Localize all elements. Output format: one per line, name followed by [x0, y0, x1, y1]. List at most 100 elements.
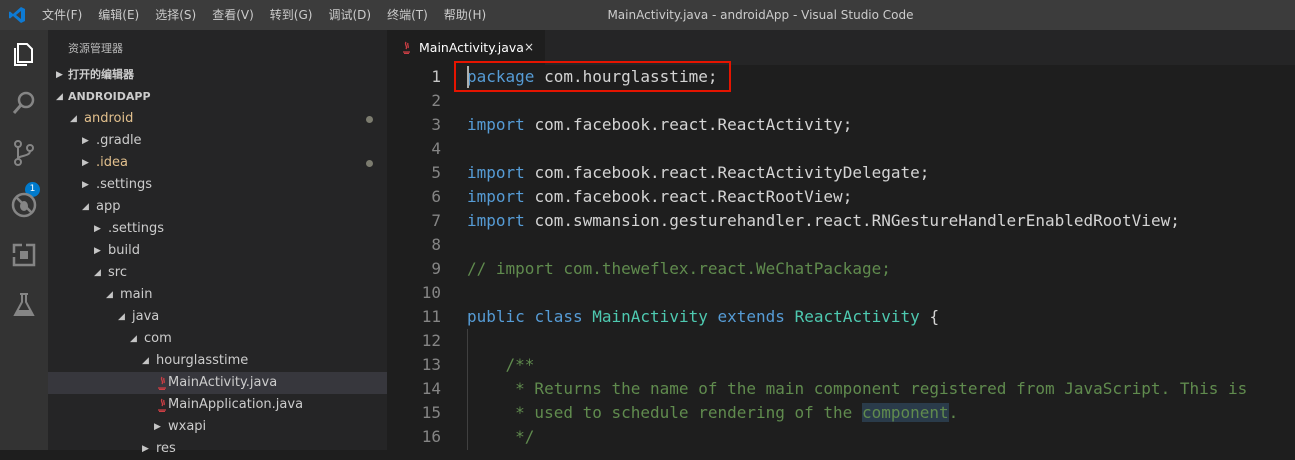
editor-tab-bar: MainActivity.java × [387, 30, 1295, 65]
chevron-right-icon: ▶ [154, 422, 161, 432]
chevron-down-icon: ◢ [82, 202, 89, 212]
code-line: 9 // import com.theweflex.react.WeChatPac… [387, 257, 1295, 281]
tree-item-label: hourglasstime [156, 353, 249, 368]
folder-item[interactable]: ◢ hourglasstime [48, 350, 387, 372]
chevron-right-icon: ▶ [94, 224, 101, 234]
line-number: 4 [431, 139, 441, 158]
tree-item-label: MainApplication.java [168, 397, 304, 412]
highlight-box [454, 61, 731, 92]
code-line: 4 [387, 137, 1295, 161]
code-line: 16 */ [387, 425, 1295, 449]
debug-icon[interactable] [9, 190, 39, 220]
code-text: import com.swmansion.gesturehandler.reac… [467, 211, 1180, 230]
java-file-icon [158, 376, 166, 390]
code-text: import com.facebook.react.ReactRootView; [467, 187, 853, 206]
open-editors-header[interactable]: ▶ 打开的编辑器 [48, 64, 387, 86]
tree-item-label: main [120, 287, 153, 302]
code-text: import com.facebook.react.ReactActivity; [467, 115, 853, 134]
tree-item-label: MainActivity.java [168, 375, 278, 390]
line-number: 10 [421, 283, 441, 302]
line-number: 11 [421, 307, 441, 326]
chevron-down-icon: ◢ [118, 312, 125, 322]
file-item[interactable]: MainApplication.java [48, 394, 387, 416]
tree-item-label: .idea [96, 155, 128, 170]
close-icon[interactable]: × [524, 30, 534, 65]
folder-item[interactable]: ▶ .settings [48, 174, 387, 196]
code-line: 15 * used to schedule rendering of the c… [387, 401, 1295, 425]
modified-dot [366, 116, 373, 123]
folder-item[interactable]: ▶ wxapi [48, 416, 387, 438]
file-item[interactable]: MainActivity.java [48, 372, 387, 394]
open-editors-label: 打开的编辑器 [68, 68, 134, 81]
code-line: 6 import com.facebook.react.ReactRootView… [387, 185, 1295, 209]
line-number: 1 [431, 67, 441, 86]
tree-item-label: wxapi [168, 419, 207, 434]
activity-bar: 1 [0, 30, 48, 450]
chevron-right-icon: ▶ [94, 246, 101, 256]
folder-item[interactable]: ◢ main [48, 284, 387, 306]
tree-item-label: .gradle [96, 133, 142, 148]
folder-item[interactable]: ▶ .settings [48, 218, 387, 240]
line-number: 6 [431, 187, 441, 206]
tree-item-label: src [108, 265, 127, 280]
folder-item[interactable]: ◢ com [48, 328, 387, 350]
line-number: 12 [421, 331, 441, 350]
chevron-down-icon: ◢ [106, 290, 113, 300]
folder-item[interactable]: ◢ java [48, 306, 387, 328]
folder-item[interactable]: ◢ src [48, 262, 387, 284]
search-icon[interactable] [9, 88, 39, 118]
test-icon[interactable] [9, 290, 39, 320]
tab-mainactivity[interactable]: MainActivity.java × [387, 30, 545, 65]
code-line: 10 [387, 281, 1295, 305]
project-header[interactable]: ◢ ANDROIDAPP [48, 86, 387, 108]
line-number: 3 [431, 115, 441, 134]
chevron-right-icon: ▶ [56, 70, 63, 80]
code-text: * Returns the name of the main component… [467, 379, 1248, 398]
code-line: 11 public class MainActivity extends Reac… [387, 305, 1295, 329]
code-editor[interactable]: 1 package com.hourglasstime; 2 3 import com.… [387, 65, 1295, 450]
window-title: MainActivity.java - androidApp - Visual … [607, 8, 914, 22]
code-line: 3 import com.facebook.react.ReactActivity… [387, 113, 1295, 137]
project-label: ANDROIDAPP [68, 90, 151, 103]
code-line: 7 import com.swmansion.gesturehandler.rea… [387, 209, 1295, 233]
tree-item-label: android [84, 111, 134, 126]
tree-item-label: com [144, 331, 172, 346]
folder-item[interactable]: ◢ app [48, 196, 387, 218]
folder-item[interactable]: ▶ .gradle [48, 130, 387, 152]
extensions-icon[interactable] [9, 240, 39, 270]
tree-item-label: java [132, 309, 160, 324]
modified-dot [366, 160, 373, 167]
code-text: public class MainActivity extends ReactA… [467, 307, 940, 326]
text-cursor [467, 66, 469, 88]
line-number: 15 [421, 403, 441, 422]
line-number: 7 [431, 211, 441, 230]
folder-item[interactable]: ▶ .idea [48, 152, 387, 174]
code-text: // import com.theweflex.react.WeChatPack… [467, 259, 891, 278]
java-file-icon [403, 41, 410, 54]
title-bar: 文件(F) 编辑(E) 选择(S) 查看(V) 转到(G) 调试(D) 终端(T) 帮助(H)… [0, 0, 1295, 30]
explorer-sidebar: 资源管理器 ▶ 打开的编辑器 ◢ ANDROIDAPP ◢ android ▶ .gr… [48, 30, 387, 456]
folder-item[interactable]: ▶ res [48, 438, 387, 460]
tab-label: MainActivity.java [419, 40, 524, 55]
folder-item[interactable]: ◢ android [48, 108, 387, 130]
line-number: 13 [421, 355, 441, 374]
code-text: */ [467, 427, 535, 446]
sidebar-title: 资源管理器 [68, 42, 123, 55]
tree-item-label: .settings [108, 221, 164, 236]
code-line: 13 /** [387, 353, 1295, 377]
chevron-down-icon: ◢ [142, 356, 149, 366]
folder-item[interactable]: ▶ build [48, 240, 387, 262]
chevron-right-icon: ▶ [82, 180, 89, 190]
line-number: 8 [431, 235, 441, 254]
chevron-right-icon: ▶ [142, 444, 149, 454]
code-text: /** [467, 355, 535, 374]
chevron-right-icon: ▶ [82, 136, 89, 146]
line-number: 16 [421, 427, 441, 446]
explorer-icon[interactable] [9, 39, 39, 69]
code-line: 5 import com.facebook.react.ReactActivity… [387, 161, 1295, 185]
source-control-icon[interactable] [9, 138, 39, 168]
tree-item-label: app [96, 199, 121, 214]
line-number: 14 [421, 379, 441, 398]
tree-item-label: res [156, 441, 176, 456]
java-file-icon [158, 398, 166, 412]
